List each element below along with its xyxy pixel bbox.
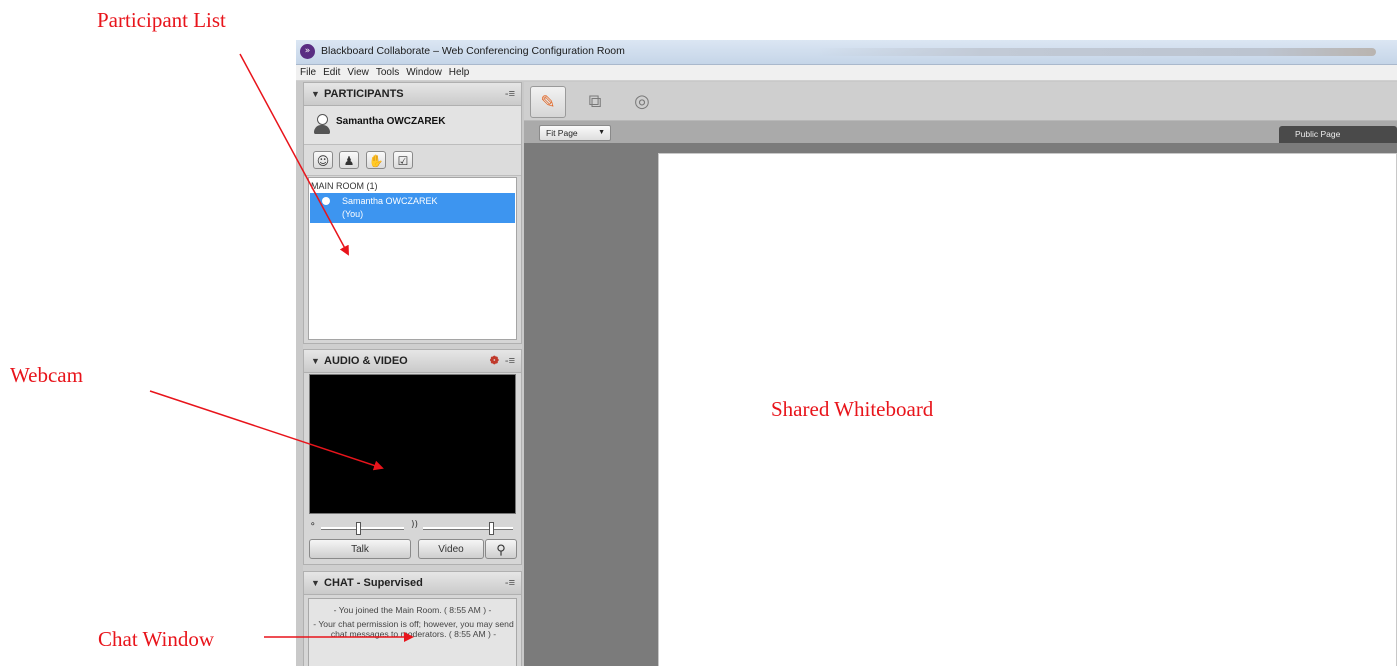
speaker-icon: )): [411, 520, 419, 530]
participant-tag: (You): [342, 209, 364, 219]
chat-message: - You joined the Main Room. ( 8:55 AM ) …: [333, 605, 492, 615]
annotation-participant-list: Participant List: [97, 8, 226, 32]
menu-tools[interactable]: Tools: [376, 67, 399, 78]
collapse-triangle-icon[interactable]: ▼: [311, 572, 320, 594]
my-name: Samantha OWCZAREK: [336, 116, 446, 127]
annotation-shared-whiteboard: Shared Whiteboard: [771, 397, 934, 421]
video-preview-button[interactable]: ⚲: [485, 539, 517, 559]
titlebar-blurred-region: [816, 48, 1376, 56]
webcam-video: [309, 374, 516, 514]
talk-button[interactable]: Talk: [309, 539, 411, 559]
left-column: ▼ PARTICIPANTS -≡ Samantha OWCZAREK ☺ ♟ …: [303, 82, 522, 666]
menu-edit[interactable]: Edit: [323, 67, 340, 78]
panel-menu-icon[interactable]: -≡: [505, 572, 515, 594]
application-share-icon[interactable]: ⧉: [577, 86, 613, 118]
annotation-webcam: Webcam: [10, 363, 83, 387]
room-label: MAIN ROOM (1): [311, 181, 378, 191]
menu-help[interactable]: Help: [449, 67, 470, 78]
chat-header-label: CHAT - Supervised: [324, 577, 423, 589]
whiteboard-area: [524, 143, 1397, 666]
chat-panel-header[interactable]: ▼ CHAT - Supervised -≡: [304, 572, 521, 595]
status-buttons-row: ☺ ♟ ✋ ☑: [304, 145, 521, 176]
network-status-icon[interactable]: ❁: [490, 350, 499, 372]
audio-video-header-label: AUDIO & VIDEO: [324, 355, 408, 367]
panel-menu-icon[interactable]: -≡: [505, 350, 515, 372]
tab-public-page[interactable]: Public Page: [1279, 126, 1397, 143]
panel-menu-icon[interactable]: -≡: [505, 83, 515, 105]
menu-file[interactable]: File: [300, 67, 316, 78]
title-bar: » Blackboard Collaborate – Web Conferenc…: [296, 40, 1397, 65]
menu-bar: File Edit View Tools Window Help: [296, 65, 1397, 81]
annotation-chat-window: Chat Window: [98, 627, 215, 651]
zoom-select[interactable]: Fit Page ▼: [539, 125, 611, 141]
chat-history: - You joined the Main Room. ( 8:55 AM ) …: [308, 598, 517, 666]
profile-icon[interactable]: ♟: [339, 151, 359, 169]
poll-icon[interactable]: ☑: [393, 151, 413, 169]
microphone-icon: ⚬: [309, 520, 317, 530]
participants-header-label: PARTICIPANTS: [324, 88, 404, 100]
content-toolbar: ✎ ⧉ ◎: [524, 82, 1397, 121]
emoticon-icon[interactable]: ☺: [313, 151, 333, 169]
microphone-slider-knob[interactable]: [356, 522, 361, 535]
blackboard-collaborate-icon: »: [300, 44, 315, 59]
chevron-down-icon: ▼: [598, 129, 605, 136]
audio-video-panel: ▼ AUDIO & VIDEO ❁ -≡ ⚬ )) Talk Video ⚲: [303, 349, 522, 565]
participant-list: MAIN ROOM (1) Samantha OWCZAREK (You): [308, 177, 517, 340]
menu-window[interactable]: Window: [406, 67, 442, 78]
menu-view[interactable]: View: [347, 67, 369, 78]
shared-whiteboard[interactable]: [658, 153, 1397, 666]
collapse-triangle-icon[interactable]: ▼: [311, 83, 320, 105]
whiteboard-icon[interactable]: ✎: [530, 86, 566, 118]
speaker-slider-knob[interactable]: [489, 522, 494, 535]
participant-status-icon: [322, 197, 330, 205]
microphone-slider[interactable]: ⚬: [309, 520, 404, 535]
window-title: Blackboard Collaborate – Web Conferencin…: [321, 45, 625, 57]
raise-hand-icon[interactable]: ✋: [366, 151, 386, 169]
avatar-icon: [314, 114, 330, 136]
zoom-label: Fit Page: [546, 128, 578, 138]
collapse-triangle-icon[interactable]: ▼: [311, 350, 320, 372]
participants-panel-header[interactable]: ▼ PARTICIPANTS -≡: [304, 83, 521, 106]
my-status-row: Samantha OWCZAREK: [304, 106, 521, 145]
chat-panel: ▼ CHAT - Supervised -≡ - You joined the …: [303, 571, 522, 666]
collaborate-window: » Blackboard Collaborate – Web Conferenc…: [296, 40, 1397, 666]
audio-video-panel-header[interactable]: ▼ AUDIO & VIDEO ❁ -≡: [304, 350, 521, 373]
participant-name: Samantha OWCZAREK: [342, 196, 438, 206]
list-item[interactable]: Samantha OWCZAREK (You): [310, 193, 515, 223]
participants-panel: ▼ PARTICIPANTS -≡ Samantha OWCZAREK ☺ ♟ …: [303, 82, 522, 344]
web-tour-icon[interactable]: ◎: [624, 86, 660, 118]
chat-message: - Your chat permission is off; however, …: [313, 619, 514, 639]
video-button[interactable]: Video: [418, 539, 484, 559]
whiteboard-subbar: Fit Page ▼ Public Page: [524, 121, 1397, 143]
speaker-slider[interactable]: )): [411, 520, 513, 535]
